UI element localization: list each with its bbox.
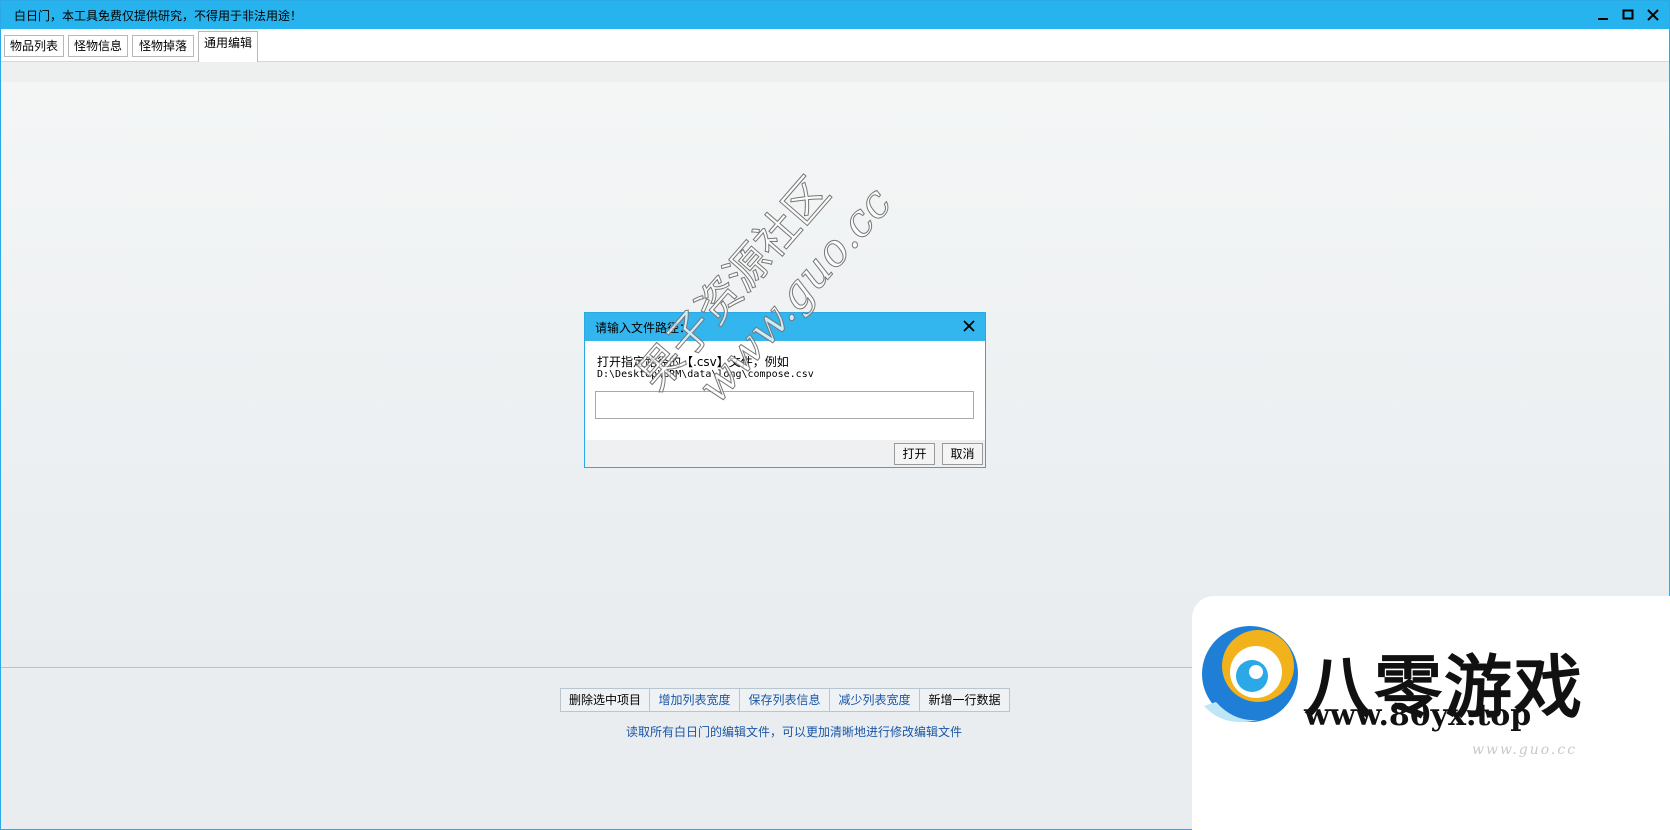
brand-url: www.80yx.top xyxy=(1304,698,1532,733)
add-row-button[interactable]: 新增一行数据 xyxy=(919,688,1010,712)
delete-selected-button[interactable]: 删除选中项目 xyxy=(560,688,650,712)
tab-item-list[interactable]: 物品列表 xyxy=(4,35,64,57)
tab-monster-info[interactable]: 怪物信息 xyxy=(68,35,128,57)
close-icon xyxy=(1647,9,1659,21)
brand-url-secondary: www.guo.cc xyxy=(1472,742,1578,758)
file-path-input[interactable] xyxy=(595,391,974,419)
swirl-logo-icon xyxy=(1202,626,1298,723)
close-icon xyxy=(963,320,975,332)
title-bar[interactable]: 白日门，本工具免费仅提供研究，不得用于非法用途！ xyxy=(1,1,1669,29)
close-button[interactable] xyxy=(1642,4,1664,26)
brand-watermark: 八零游戏 www.80yx.top www.guo.cc xyxy=(1192,596,1670,830)
window-title: 白日门，本工具免费仅提供研究，不得用于非法用途！ xyxy=(14,9,303,23)
decrease-width-button[interactable]: 减少列表宽度 xyxy=(829,688,920,712)
maximize-icon xyxy=(1622,9,1634,20)
info-text: 读取所有白日门的编辑文件，可以更加清晰地进行修改编辑文件 xyxy=(626,725,963,739)
open-button[interactable]: 打开 xyxy=(894,443,935,465)
dialog-footer: 打开 取消 xyxy=(585,440,985,467)
increase-width-button[interactable]: 增加列表宽度 xyxy=(649,688,740,712)
maximize-button[interactable] xyxy=(1617,4,1639,26)
save-list-button[interactable]: 保存列表信息 xyxy=(739,688,830,712)
minimize-icon xyxy=(1598,18,1608,20)
tab-monster-drop[interactable]: 怪物掉落 xyxy=(132,35,194,57)
cancel-button[interactable]: 取消 xyxy=(942,443,983,465)
header-strip xyxy=(1,62,1669,82)
dialog-close-button[interactable] xyxy=(961,318,977,334)
tab-general-edit[interactable]: 通用编辑 xyxy=(198,31,258,62)
action-button-group: 删除选中项目 增加列表宽度 保存列表信息 减少列表宽度 新增一行数据 xyxy=(560,688,1010,712)
minimize-button[interactable] xyxy=(1592,4,1614,26)
tab-bar: 物品列表 怪物信息 怪物掉落 通用编辑 xyxy=(1,29,1669,62)
